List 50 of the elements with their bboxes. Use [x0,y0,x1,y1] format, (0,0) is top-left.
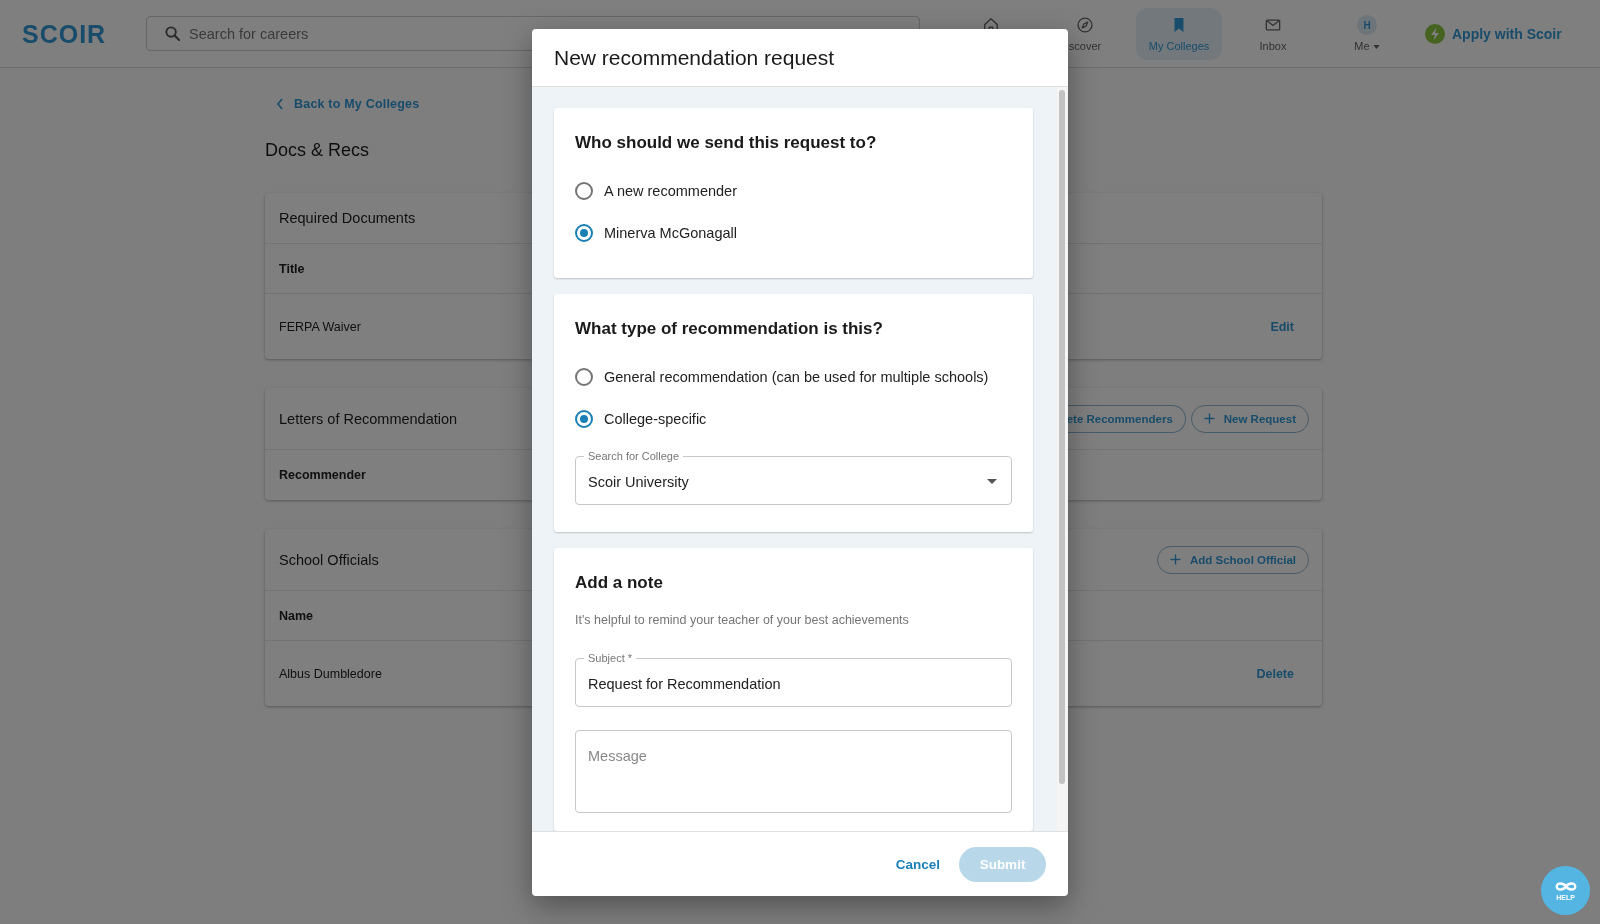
radio-label: Minerva McGonagall [604,225,737,241]
search-icon [165,26,180,41]
nav-item[interactable]: H Me [1324,7,1410,60]
radio-label: A new recommender [604,183,737,199]
header-action-button[interactable]: ete Recommenders [1066,404,1186,433]
nav-item[interactable]: My Colleges [1136,7,1222,60]
column-header: Name [279,608,314,623]
card-title: Letters of Recommendation [279,410,458,427]
table-cell: Albus Dumbledore [279,666,382,681]
card-title: School Officials [279,551,379,568]
table-cell: FERPA Waiver [279,319,361,334]
column-header: Recommender [279,468,366,482]
section-heading: Add a note [575,572,664,594]
plus-icon [1203,413,1215,424]
avatar: H [1357,15,1377,35]
row-action-link[interactable]: Edit [1270,319,1294,334]
header-action-button[interactable]: New Request [1190,404,1309,433]
radio-button[interactable] [575,410,593,428]
dropdown-caret-icon [987,479,997,484]
card-title: Required Documents [279,210,416,226]
radio-button[interactable] [575,368,593,386]
section-heading: What type of recommendation is this? [575,318,884,340]
nav-item[interactable]: Inbox [1230,7,1316,60]
nav-item[interactable]: scover [1042,7,1128,60]
message-field[interactable]: Message [575,730,1012,813]
column-header: Title [279,261,305,276]
college-select[interactable]: Search for College Scoir University [575,449,1012,505]
envelope-icon [1265,17,1281,33]
radio-label: College-specific [604,411,707,427]
radio-label: General recommendation (can be used for multiple schools) [604,369,989,385]
apply-button[interactable]: Apply with Scoir [1425,23,1562,44]
compass-icon [1077,17,1093,33]
section-heading: Who should we send this request to? [575,132,878,154]
back-link[interactable]: Back to My Colleges [276,95,420,113]
plus-icon [1169,554,1181,565]
logo[interactable]: SCOIR [22,19,110,48]
cancel-button[interactable]: Cancel [886,848,949,880]
scrollbar-thumb[interactable] [1059,90,1065,784]
chevron-left-icon [276,98,284,110]
row-action-link[interactable]: Delete [1256,666,1294,681]
dialog-title: New recommendation request [554,45,835,70]
radio-button[interactable] [575,182,593,200]
radio-button[interactable] [575,224,593,242]
header-action-button[interactable]: Add School Official [1156,545,1309,574]
subject-field[interactable]: Subject * Request for Recommendation [575,651,1012,707]
caret-down-icon [1372,44,1380,49]
hint-text: It's helpful to remind your teacher of your best achievements [575,612,910,629]
lightning-bolt-icon [1425,23,1445,44]
infinity-icon [1553,879,1578,893]
page-title: Docs & Recs [265,139,370,162]
